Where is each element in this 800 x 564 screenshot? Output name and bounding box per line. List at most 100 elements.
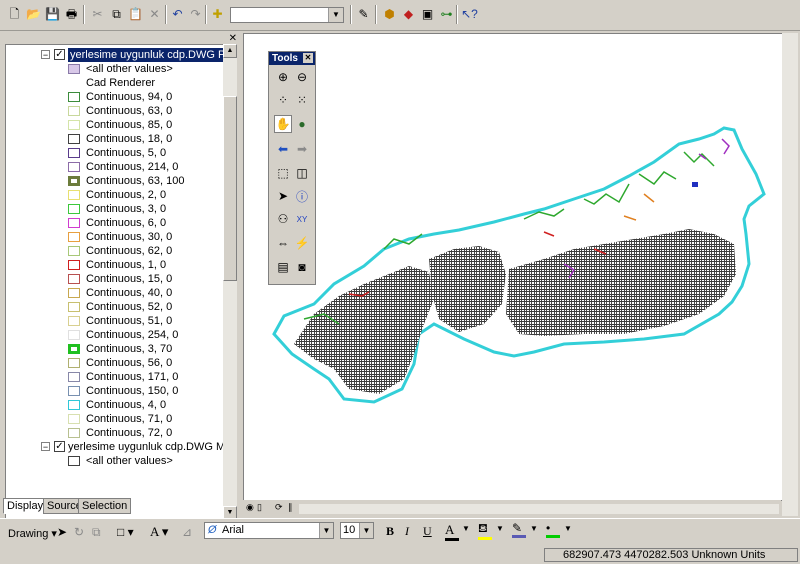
text-tool-icon[interactable]: A ▾ bbox=[150, 524, 168, 540]
layer-name[interactable]: yerlesime uygunluk cdp.DWG MultiPatch bbox=[68, 440, 224, 454]
scroll-thumb[interactable] bbox=[223, 96, 237, 281]
legend-item[interactable]: Continuous, 1, 0 bbox=[6, 258, 224, 272]
map-scale-combo[interactable]: ▼ bbox=[230, 7, 344, 23]
full-extent-icon[interactable]: ● bbox=[293, 115, 311, 133]
tab-selection[interactable]: Selection bbox=[78, 498, 132, 514]
collapse-icon[interactable]: − bbox=[41, 442, 50, 452]
italic-button[interactable]: I bbox=[405, 524, 409, 539]
legend-heading[interactable]: Cad Renderer bbox=[6, 76, 224, 90]
save-icon[interactable]: 💾 bbox=[44, 5, 61, 22]
arctoolbox-icon[interactable]: ⬢ bbox=[381, 5, 398, 22]
rotate-icon[interactable]: ↻ bbox=[74, 525, 84, 539]
legend-item[interactable]: Continuous, 6, 0 bbox=[6, 216, 224, 230]
zoom-whole-page-icon[interactable]: ⧉ bbox=[92, 525, 101, 540]
cut-icon[interactable]: ✂ bbox=[89, 5, 106, 22]
select-features-icon[interactable]: ⬚ bbox=[274, 164, 292, 182]
legend-item[interactable]: Continuous, 71, 0 bbox=[6, 412, 224, 426]
arccatalog-icon[interactable]: ◆ bbox=[400, 5, 417, 22]
chevron-down-icon[interactable]: ▼ bbox=[319, 523, 333, 538]
legend-item[interactable]: Continuous, 15, 0 bbox=[6, 272, 224, 286]
line-color-button[interactable]: ✎ bbox=[512, 521, 526, 538]
select-elements-icon[interactable]: ➤ bbox=[274, 187, 292, 205]
layer-row[interactable]: −✓yerlesime uygunluk cdp.DWG Polygon bbox=[6, 48, 224, 62]
open-icon[interactable]: 📂 bbox=[25, 5, 42, 22]
new-icon[interactable]: 🗋 bbox=[6, 5, 23, 22]
undo-icon[interactable]: ↶ bbox=[169, 5, 186, 22]
font-color-button[interactable]: A bbox=[445, 522, 459, 541]
legend-item[interactable]: Continuous, 3, 0 bbox=[6, 202, 224, 216]
marker-color-button[interactable]: • bbox=[546, 521, 560, 538]
html-popup-icon[interactable]: ▤ bbox=[274, 258, 292, 276]
tab-display[interactable]: Display bbox=[3, 498, 48, 514]
legend-item[interactable]: Continuous, 63, 100 bbox=[6, 174, 224, 188]
chevron-down-icon[interactable]: ▼ bbox=[462, 524, 470, 533]
underline-button[interactable]: U bbox=[423, 524, 432, 539]
find-icon[interactable]: ⚇ bbox=[274, 210, 292, 228]
identify-icon[interactable]: ⓘ bbox=[293, 187, 311, 205]
legend-item[interactable]: Continuous, 171, 0 bbox=[6, 370, 224, 384]
fill-color-button[interactable]: ⛾ bbox=[478, 521, 492, 540]
drawing-menu[interactable]: Drawing ▾ bbox=[8, 527, 57, 540]
zoom-out-icon[interactable]: ⊖ bbox=[293, 68, 311, 86]
legend-item[interactable]: Continuous, 72, 0 bbox=[6, 426, 224, 440]
chevron-down-icon[interactable]: ▼ bbox=[564, 524, 572, 533]
legend-item[interactable]: Continuous, 51, 0 bbox=[6, 314, 224, 328]
zoom-in-icon[interactable]: ⊕ bbox=[274, 68, 292, 86]
legend-item[interactable]: Continuous, 56, 0 bbox=[6, 356, 224, 370]
legend-item[interactable]: Continuous, 85, 0 bbox=[6, 118, 224, 132]
print-icon[interactable]: 🖶 bbox=[63, 5, 80, 22]
model-icon[interactable]: ▣ bbox=[419, 5, 436, 22]
graph-icon[interactable]: ⊶ bbox=[438, 5, 455, 22]
legend-item[interactable]: <all other values> bbox=[6, 454, 224, 468]
font-name-combo[interactable]: Ø Arial ▼ bbox=[204, 522, 334, 539]
chevron-down-icon[interactable]: ▼ bbox=[530, 524, 538, 533]
map-canvas[interactable] bbox=[244, 34, 782, 500]
legend-item[interactable]: Continuous, 254, 0 bbox=[6, 328, 224, 342]
add-data-icon[interactable]: ✚ bbox=[209, 5, 226, 22]
legend-item[interactable]: Continuous, 2, 0 bbox=[6, 188, 224, 202]
rectangle-icon[interactable]: □ ▾ bbox=[117, 525, 134, 539]
hyperlink-icon[interactable]: ⚡ bbox=[293, 234, 311, 252]
editor-icon[interactable]: ✎ bbox=[355, 5, 372, 22]
fixed-zoom-out-icon[interactable]: ⁙ bbox=[293, 91, 311, 109]
redo-icon[interactable]: ↷ bbox=[187, 5, 204, 22]
edit-vertices-icon[interactable]: ⊿ bbox=[182, 525, 192, 539]
whats-this-icon[interactable]: ↖? bbox=[461, 5, 478, 22]
legend-item[interactable]: Continuous, 63, 0 bbox=[6, 104, 224, 118]
layer-visibility-checkbox[interactable]: ✓ bbox=[54, 49, 65, 60]
measure-icon[interactable]: ⇔ bbox=[274, 234, 292, 252]
delete-icon[interactable]: ✕ bbox=[146, 5, 163, 22]
pan-icon[interactable]: ✋ bbox=[274, 115, 292, 133]
paste-icon[interactable]: 📋 bbox=[127, 5, 144, 22]
layer-visibility-checkbox[interactable]: ✓ bbox=[54, 441, 65, 452]
legend-item[interactable]: Continuous, 18, 0 bbox=[6, 132, 224, 146]
legend-item[interactable]: Continuous, 62, 0 bbox=[6, 244, 224, 258]
collapse-icon[interactable]: − bbox=[41, 50, 50, 60]
bold-button[interactable]: B bbox=[386, 524, 394, 539]
map-hscroll[interactable] bbox=[299, 504, 779, 514]
layer-row[interactable]: −✓yerlesime uygunluk cdp.DWG MultiPatch bbox=[6, 440, 224, 454]
data-view-icon[interactable]: ◉ bbox=[246, 502, 254, 513]
legend-item[interactable]: Continuous, 94, 0 bbox=[6, 90, 224, 104]
time-slider-icon[interactable]: ◙ bbox=[293, 258, 311, 276]
legend-item[interactable]: Continuous, 214, 0 bbox=[6, 160, 224, 174]
legend-item[interactable]: Continuous, 3, 70 bbox=[6, 342, 224, 356]
chevron-down-icon[interactable]: ▼ bbox=[328, 8, 343, 22]
font-size-combo[interactable]: 10 ▼ bbox=[340, 522, 374, 539]
chevron-down-icon[interactable]: ▼ bbox=[496, 524, 504, 533]
legend-item[interactable]: Continuous, 5, 0 bbox=[6, 146, 224, 160]
go-to-xy-icon[interactable]: XY bbox=[293, 210, 311, 228]
legend-item[interactable]: Continuous, 30, 0 bbox=[6, 230, 224, 244]
forward-icon[interactable]: ➡ bbox=[293, 140, 311, 158]
map-vscroll[interactable] bbox=[782, 33, 798, 516]
legend-item[interactable]: Continuous, 52, 0 bbox=[6, 300, 224, 314]
copy-icon[interactable]: ⧉ bbox=[108, 5, 125, 22]
legend-item[interactable]: Continuous, 150, 0 bbox=[6, 384, 224, 398]
map-view[interactable] bbox=[243, 33, 783, 501]
legend-item[interactable]: Continuous, 4, 0 bbox=[6, 398, 224, 412]
refresh-icon[interactable]: ⟳ bbox=[275, 502, 283, 513]
close-icon[interactable]: ✕ bbox=[229, 33, 237, 44]
chevron-down-icon[interactable]: ▼ bbox=[359, 523, 373, 538]
layer-name[interactable]: yerlesime uygunluk cdp.DWG Polygon bbox=[68, 48, 224, 62]
legend-item[interactable]: Continuous, 40, 0 bbox=[6, 286, 224, 300]
